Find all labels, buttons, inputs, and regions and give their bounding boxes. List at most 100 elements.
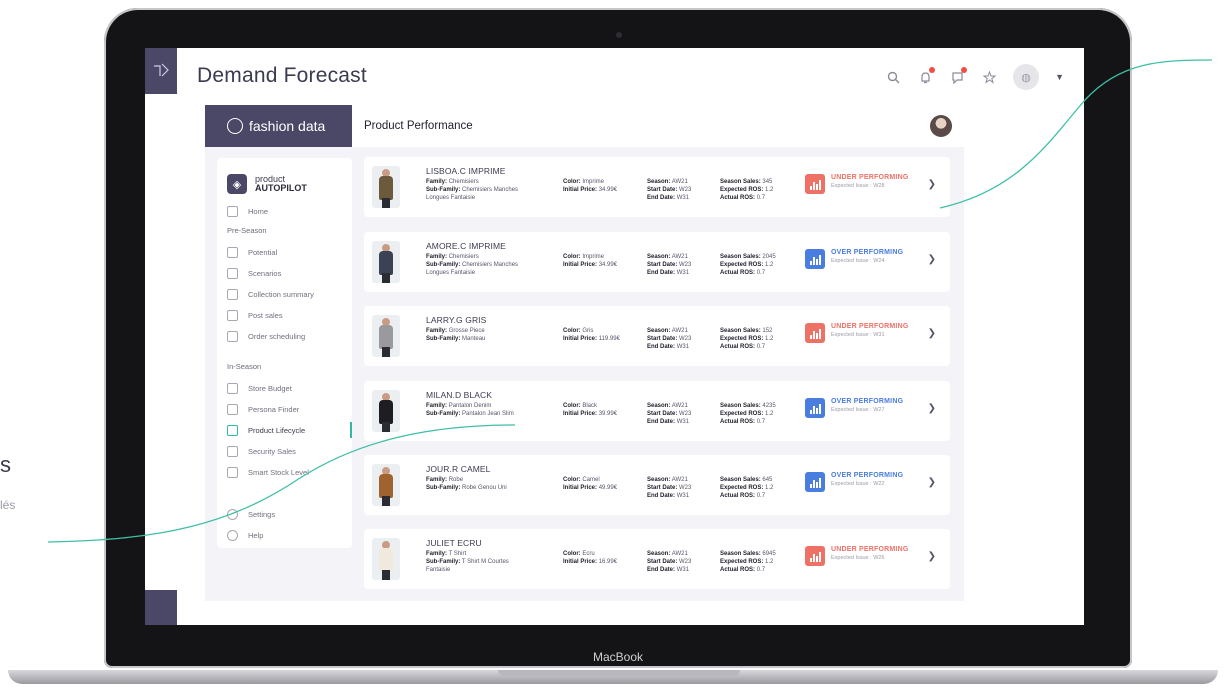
product-season: Season: AW21 [647,403,688,409]
app-launcher-icon[interactable] [145,48,177,94]
product-season-sales: Season Sales: 152 [720,328,773,334]
expected-issue: Expected Issue : W24 [831,258,885,264]
sidebar-item-scenarios[interactable]: Scenarios [227,266,281,280]
product-family: Family: Chemisiers [426,254,479,260]
chevron-right-icon[interactable]: ❯ [928,254,936,265]
user-avatar[interactable]: ◍ [1013,64,1040,90]
product-initial-price: Initial Price: 49.99€ [563,485,618,491]
star-icon[interactable] [981,69,997,85]
product-season-sales: Season Sales: 2045 [720,254,776,260]
brand-bar: fashion data [205,105,352,147]
product-start-date: Start Date: W23 [647,559,692,565]
product-image [372,241,400,283]
product-sub-family-cont: Longues Fantaisie [426,195,476,201]
performance-status: UNDER PERFORMING Expected Issue : W31 [805,323,908,343]
sidebar-item-collection-summary[interactable]: Collection summary [227,287,314,301]
stock-icon [227,466,238,478]
chat-icon[interactable] [949,67,968,85]
shield-icon [227,445,238,457]
status-label: UNDER PERFORMING [831,174,909,181]
sidebar-item-label: Scenarios [248,268,282,278]
product-sub-family-cont: Fantaisie [426,567,451,573]
notification-bell-icon[interactable] [917,67,936,85]
product-sub-family: Sub-Family: Pantalon Jean Slim [426,411,514,417]
profile-avatar[interactable] [930,115,952,137]
status-label: UNDER PERFORMING [831,546,909,553]
product-actual-ros: Actual ROS: 0.7 [720,344,766,350]
sidebar-item-label: Collection summary [248,289,314,299]
product-name: AMORE.C IMPRIME [426,241,506,251]
sidebar-item-potential[interactable]: Potential [227,245,277,259]
home-icon [227,205,238,217]
sidebar-item-label: Product Lifecycle [248,425,306,435]
chevron-right-icon[interactable]: ❯ [928,179,936,190]
product-end-date: End Date: W31 [647,270,690,276]
product-start-date: Start Date: W23 [647,485,692,491]
product-image [372,390,400,432]
sidebar-item-label: Settings [248,509,276,519]
sidebar-item-label: Home [248,206,269,216]
sidebar-item-security-sales[interactable]: Security Sales [227,444,296,458]
page-title: Product Performance [364,120,473,132]
product-end-date: End Date: W31 [647,419,690,425]
autopilot-logo-icon: ◈ [227,174,247,194]
product-color: Color: Camel [563,477,600,483]
sidebar-item-product-lifecycle[interactable]: Product Lifecycle [227,423,305,437]
chevron-right-icon[interactable]: ❯ [928,551,936,562]
sidebar-item-home[interactable]: Home [227,204,268,218]
brand-name: fashion data [249,118,326,134]
status-label: OVER PERFORMING [831,249,904,256]
product-card[interactable]: LARRY.G GRIS Family: Grosse Piece Sub-Fa… [364,306,950,366]
product-family: Family: Grosse Piece [426,328,485,334]
product-sub-family: Sub-Family: Chemisiers Manches [426,187,519,193]
performance-status: OVER PERFORMING Expected Issue : W22 [805,472,903,492]
product-season: Season: AW21 [647,179,688,185]
product-initial-price: Initial Price: 16.99€ [563,559,618,565]
product-card[interactable]: MILAN.D BLACK Family: Pantalon Denim Sub… [364,381,950,441]
product-sub-family-cont: Longues Fantaisie [426,270,476,276]
product-name: JOUR.R CAMEL [426,464,491,474]
sidebar-item-settings[interactable]: Settings [227,507,275,521]
product-card[interactable]: JOUR.R CAMEL Family: Robe Sub-Family: Ro… [364,455,950,515]
product-image [372,166,400,208]
product-end-date: End Date: W31 [647,567,690,573]
search-icon[interactable] [885,69,901,85]
product-actual-ros: Actual ROS: 0.7 [720,493,766,499]
sidebar-item-smart-stock-level[interactable]: Smart Stock Level [227,465,309,479]
product-end-date: End Date: W31 [647,195,690,201]
notification-dot [929,67,936,73]
sidebar-item-persona-finder[interactable]: Persona Finder [227,402,299,416]
background-subtitle-fragment: lés [0,498,16,512]
status-label: OVER PERFORMING [831,398,904,405]
sidebar-item-store-budget[interactable]: Store Budget [227,381,292,395]
product-card[interactable]: AMORE.C IMPRIME Family: Chemisiers Sub-F… [364,232,950,292]
product-color: Color: Imprime [563,254,605,260]
calendar-icon [227,330,238,342]
gear-icon [227,508,238,520]
section-in-season: In-Season [227,362,262,371]
store-icon [227,382,238,394]
expected-issue: Expected Issue : W28 [831,183,885,189]
chevron-right-icon[interactable]: ❯ [928,328,936,339]
bag-icon [227,309,238,321]
rail-footer [145,590,177,625]
product-family: Family: Robe [426,477,464,483]
product-name: LARRY.G GRIS [426,315,487,325]
sidebar-item-label: Smart Stock Level [248,467,309,477]
product-initial-price: Initial Price: 34.99€ [563,262,618,268]
page-header: Product Performance [352,105,964,147]
product-name: JULIET ECRU [426,538,482,548]
product-end-date: End Date: W31 [647,493,690,499]
chat-dot [961,67,968,73]
sidebar-item-post-sales[interactable]: Post sales [227,308,283,322]
product-expected-ros: Expected ROS: 1.2 [720,187,774,193]
chevron-right-icon[interactable]: ❯ [928,403,936,414]
product-color: Color: Ecru [563,551,595,557]
sidebar-item-help[interactable]: Help [227,528,263,542]
product-card[interactable]: LISBOA.C IMPRIME Family: Chemisiers Sub-… [364,157,950,217]
chevron-down-icon[interactable]: ▼ [1055,72,1064,82]
active-indicator [350,422,352,438]
sidebar-item-order-scheduling[interactable]: Order scheduling [227,329,305,343]
product-card[interactable]: JULIET ECRU Family: T Shirt Sub-Family: … [364,529,950,589]
chevron-right-icon[interactable]: ❯ [928,477,936,488]
